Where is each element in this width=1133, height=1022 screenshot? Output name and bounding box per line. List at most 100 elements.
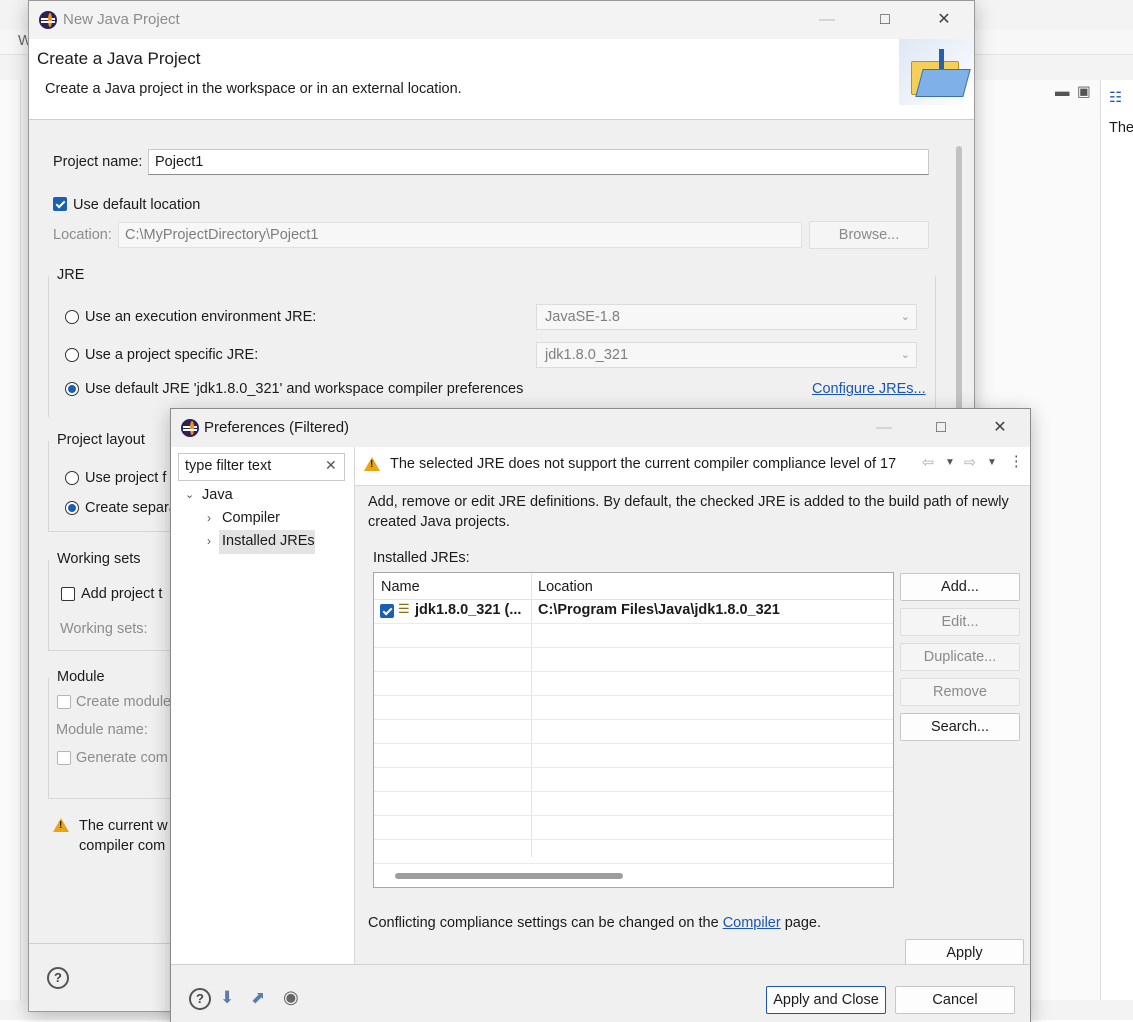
browse-button[interactable]: Browse... [809, 221, 929, 249]
execution-env-dropdown[interactable]: JavaSE-1.8 ⌄ [536, 304, 917, 330]
folder-wizard-icon [899, 39, 974, 105]
prefs-close-button[interactable]: ✕ [980, 413, 1020, 443]
project-name-label: Project name: [53, 154, 143, 170]
tree-item-compiler[interactable]: Compiler [222, 510, 280, 526]
title-bar: New Java Project — □ ✕ [29, 1, 974, 39]
table-header: Name Location [374, 573, 893, 600]
banner: Create a Java Project Create a Java proj… [29, 39, 974, 120]
import-icon[interactable]: ⬇ [220, 988, 234, 1008]
footer-text-after: page. [784, 915, 822, 931]
clear-filter-icon[interactable]: ✕ [325, 457, 337, 474]
table-row[interactable]: ☰ jdk1.8.0_321 (... C:\Program Files\Jav… [374, 599, 893, 624]
prefs-page: The selected JRE does not support the cu… [355, 447, 1030, 967]
tree-collapse-icon[interactable]: › [207, 511, 211, 525]
layout-separate-folders-label[interactable]: Create separa [85, 500, 177, 516]
jre-project-specific-label[interactable]: Use a project specific JRE: [85, 347, 258, 363]
back-menu-chevron-icon[interactable]: ▼ [945, 457, 955, 468]
window-title: New Java Project [63, 11, 180, 28]
edit-jre-button[interactable]: Edit... [900, 608, 1020, 636]
tree-expand-icon[interactable]: ⌄ [185, 488, 194, 501]
create-module-checkbox[interactable] [57, 695, 71, 709]
project-name-input[interactable] [148, 149, 929, 175]
forward-menu-chevron-icon[interactable]: ▼ [987, 457, 997, 468]
help-icon[interactable]: ? [47, 967, 69, 989]
use-default-location-label[interactable]: Use default location [73, 197, 200, 213]
warning-text-line1: The current w [79, 818, 168, 834]
layout-separate-folders-radio[interactable] [65, 501, 79, 515]
execution-env-value: JavaSE-1.8 [545, 309, 620, 325]
export-icon[interactable]: ⬈ [251, 988, 265, 1008]
column-header-name[interactable]: Name [381, 579, 420, 595]
filter-input[interactable] [179, 454, 319, 478]
jre-default-radio[interactable] [65, 382, 79, 396]
outline-text: The [1109, 120, 1133, 136]
forward-arrow-icon[interactable]: ⇨ [964, 455, 976, 471]
table-row [374, 647, 893, 672]
tree-collapse-icon[interactable]: › [207, 534, 211, 548]
duplicate-jre-button[interactable]: Duplicate... [900, 643, 1020, 671]
add-to-working-set-label[interactable]: Add project t [81, 586, 162, 602]
generate-comments-checkbox[interactable] [57, 751, 71, 765]
filter-box[interactable]: ✕ [178, 453, 345, 481]
project-specific-jre-value: jdk1.8.0_321 [545, 347, 629, 363]
chevron-down-icon: ⌄ [900, 311, 910, 323]
installed-jres-label: Installed JREs: [373, 550, 470, 566]
ide-outline-panel: ☷ The [1100, 80, 1133, 1000]
warning-icon [364, 457, 380, 471]
prefs-warning-message: The selected JRE does not support the cu… [390, 456, 897, 472]
working-sets-label: Working sets: [60, 621, 148, 637]
column-header-location[interactable]: Location [538, 579, 593, 595]
table-row [374, 791, 893, 816]
cancel-button[interactable]: Cancel [895, 986, 1015, 1014]
location-input[interactable] [118, 222, 802, 248]
table-row [374, 839, 893, 864]
layout-project-folder-label[interactable]: Use project f [85, 470, 166, 486]
prefs-title-bar: Preferences (Filtered) — □ ✕ [171, 409, 1030, 447]
close-button[interactable]: ✕ [924, 5, 964, 35]
project-specific-jre-dropdown[interactable]: jdk1.8.0_321 ⌄ [536, 342, 917, 368]
configure-jres-link[interactable]: Configure JREs... [812, 381, 926, 397]
tree-item-java[interactable]: Java [202, 487, 233, 503]
jre-execution-env-radio[interactable] [65, 310, 79, 324]
jre-row-checkbox[interactable] [380, 604, 394, 618]
installed-jres-table[interactable]: Name Location ☰ jdk1.8.0_321 (... C:\Pro… [373, 572, 894, 888]
remove-jre-button[interactable]: Remove [900, 678, 1020, 706]
layout-project-folder-radio[interactable] [65, 471, 79, 485]
preferences-window: Preferences (Filtered) — □ ✕ ✕ ⌄ Java › … [170, 408, 1031, 1022]
maximize-button[interactable]: □ [865, 5, 905, 35]
prefs-message-bar: The selected JRE does not support the cu… [355, 447, 1030, 486]
table-row [374, 815, 893, 840]
prefs-description-line1: Add, remove or edit JRE definitions. By … [368, 494, 1009, 510]
jre-execution-env-label[interactable]: Use an execution environment JRE: [85, 309, 316, 325]
generate-comments-label[interactable]: Generate com [76, 750, 168, 766]
apply-and-close-button[interactable]: Apply and Close [766, 986, 886, 1014]
prefs-minimize-button[interactable]: — [864, 413, 904, 443]
prefs-description-line2: created Java projects. [368, 514, 510, 530]
use-default-location-checkbox[interactable] [53, 197, 67, 211]
help-icon[interactable]: ? [189, 988, 211, 1010]
tree-item-installed-jres[interactable]: Installed JREs [222, 533, 315, 549]
table-row [374, 767, 893, 792]
add-jre-button[interactable]: Add... [900, 573, 1020, 601]
prefs-maximize-button[interactable]: □ [921, 413, 961, 443]
apply-button[interactable]: Apply [905, 939, 1024, 967]
create-module-label[interactable]: Create module [76, 694, 171, 710]
view-menu-icon[interactable]: ⋮ [1009, 454, 1024, 470]
jre-library-icon: ☰ [398, 601, 410, 616]
jre-default-label[interactable]: Use default JRE 'jdk1.8.0_321' and works… [85, 381, 523, 397]
search-jre-button[interactable]: Search... [900, 713, 1020, 741]
minimize-view-icon[interactable]: ▬ [1055, 84, 1070, 100]
jre-project-specific-radio[interactable] [65, 348, 79, 362]
prefs-footer: ? ⬇ ⬈ ◉ Apply and Close Cancel [171, 964, 1030, 1022]
minimize-button[interactable]: — [807, 5, 847, 35]
banner-title: Create a Java Project [37, 49, 201, 68]
maximize-view-icon[interactable]: ▣ [1077, 84, 1091, 100]
horizontal-scrollbar[interactable] [395, 873, 623, 879]
back-arrow-icon[interactable]: ⇦ [922, 455, 934, 471]
banner-subtitle: Create a Java project in the workspace o… [45, 81, 462, 97]
add-to-working-set-checkbox[interactable] [61, 587, 75, 601]
footer-text-before: Conflicting compliance settings can be c… [368, 915, 719, 931]
record-icon[interactable]: ◉ [283, 987, 299, 1008]
compiler-page-link[interactable]: Compiler [723, 915, 781, 931]
jre-row-location: C:\Program Files\Java\jdk1.8.0_321 [538, 602, 780, 618]
